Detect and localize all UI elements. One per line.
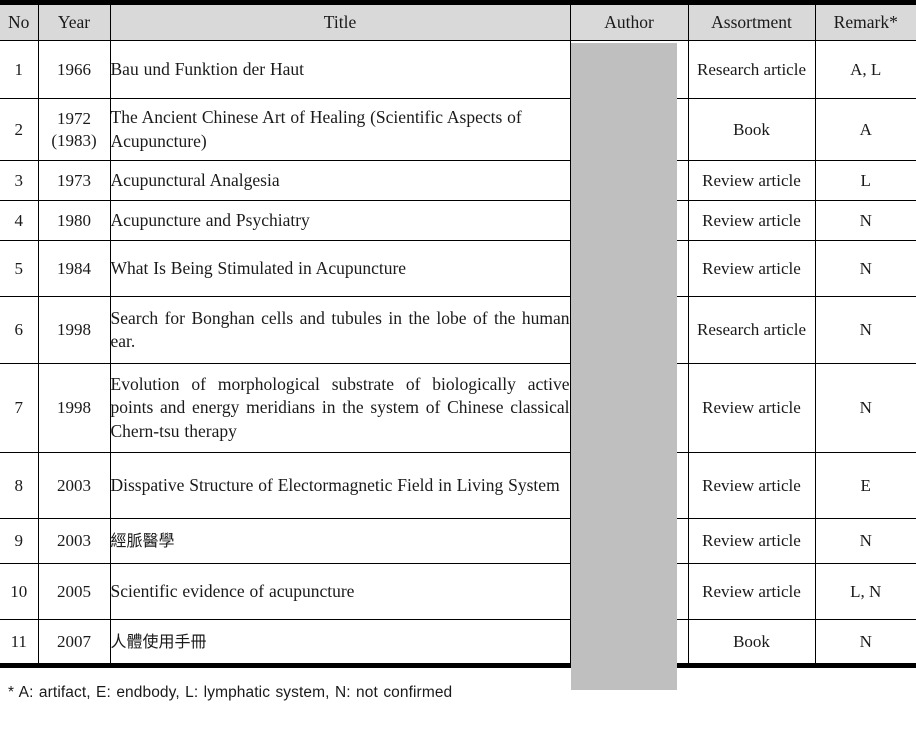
header-row: No Year Title Author Assortment Remark* [0, 2, 916, 41]
cell-title: Search for Bonghan cells and tubules in … [109, 296, 571, 364]
cell-remark: N [814, 619, 916, 666]
cell-author [569, 160, 689, 201]
cell-no: 2 [0, 98, 39, 161]
table-row: 3 1973 Acupunctural Analgesia Review art… [0, 160, 916, 201]
cell-no: 11 [0, 619, 39, 666]
title-line-1: The Ancient Chinese Art of Healing [110, 107, 366, 128]
cell-no: 8 [0, 452, 39, 519]
publications-table: No Year Title Author Assortment Remark* … [0, 0, 916, 668]
table-row: 10 2005 Scientific evidence of acupunctu… [0, 563, 916, 620]
cell-assortment: Review article [687, 363, 816, 453]
cell-year: 2005 [37, 563, 111, 620]
cell-title: Disspative Structure of Electormagnetic … [109, 452, 571, 519]
cell-assortment: Review article [687, 240, 816, 297]
cell-assortment: Research article [687, 296, 816, 364]
table-header: No Year Title Author Assortment Remark* [0, 2, 916, 41]
cell-year: 2007 [37, 619, 111, 666]
table-row: 2 1972 (1983) The Ancient Chinese Art of… [0, 98, 916, 161]
cell-remark: N [814, 518, 916, 564]
cell-remark: L [814, 160, 916, 201]
table-row: 11 2007 人體使用手冊 Book N [0, 619, 916, 666]
cell-remark: A [814, 98, 916, 161]
cell-remark: N [814, 296, 916, 364]
cell-remark: A, L [814, 40, 916, 99]
table-row: 4 1980 Acupuncture and Psychiatry Review… [0, 200, 916, 241]
table-container: No Year Title Author Assortment Remark* … [0, 0, 916, 690]
table-footnote: * A: artifact, E: endbody, L: lymphatic … [8, 684, 453, 701]
year-primary: 1972 [57, 108, 91, 128]
title-cjk: 人體使用手冊 [110, 631, 207, 651]
cell-title: Bau und Funktion der Haut [109, 40, 571, 99]
table-row: 5 1984 What Is Being Stimulated in Acupu… [0, 240, 916, 297]
cell-title: 經脈醫學 [109, 518, 571, 564]
cell-remark: N [814, 200, 916, 241]
cell-year: 1998 [37, 296, 111, 364]
cell-year: 1972 (1983) [37, 98, 111, 161]
cell-author [569, 200, 689, 241]
cell-title: 人體使用手冊 [109, 619, 571, 666]
cell-author [569, 296, 689, 364]
cell-assortment: Book [687, 619, 816, 666]
table-row: 9 2003 經脈醫學 Review article N [0, 518, 916, 564]
cell-no: 9 [0, 518, 39, 564]
cell-no: 4 [0, 200, 39, 241]
cell-no: 6 [0, 296, 39, 364]
cell-author [569, 40, 689, 99]
column-header-no: No [0, 2, 39, 41]
column-header-year: Year [37, 2, 111, 41]
table-row: 1 1966 Bau und Funktion der Haut Researc… [0, 40, 916, 99]
cell-title: Acupunctural Analgesia [109, 160, 571, 201]
cell-no: 1 [0, 40, 39, 99]
cell-author [569, 98, 689, 161]
cell-title: What Is Being Stimulated in Acupuncture [109, 240, 571, 297]
cell-author [569, 563, 689, 620]
cell-assortment: Review article [687, 160, 816, 201]
column-header-author: Author [569, 2, 689, 41]
column-header-remark: Remark* [814, 2, 916, 41]
year-secondary: (1983) [51, 130, 97, 150]
cell-year: 2003 [37, 518, 111, 564]
cell-assortment: Book [687, 98, 816, 161]
title-cjk: 經脈醫學 [110, 531, 175, 551]
cell-remark: N [814, 363, 916, 453]
cell-year: 1980 [37, 200, 111, 241]
cell-year: 1984 [37, 240, 111, 297]
column-header-title: Title [109, 2, 571, 41]
column-header-assortment: Assortment [687, 2, 816, 41]
cell-title: Acupuncture and Psychiatry [109, 200, 571, 241]
cell-year: 1973 [37, 160, 111, 201]
cell-year: 2003 [37, 452, 111, 519]
cell-assortment: Review article [687, 452, 816, 519]
publication-table-page: No Year Title Author Assortment Remark* … [0, 0, 916, 752]
cell-no: 3 [0, 160, 39, 201]
cell-year: 1998 [37, 363, 111, 453]
cell-assortment: Review article [687, 200, 816, 241]
cell-assortment: Review article [687, 563, 816, 620]
cell-assortment: Review article [687, 518, 816, 564]
table-row: 7 1998 Evolution of morphological substr… [0, 363, 916, 453]
cell-no: 7 [0, 363, 39, 453]
cell-title: Scientific evidence of acupuncture [109, 563, 571, 620]
table-body: 1 1966 Bau und Funktion der Haut Researc… [0, 40, 916, 666]
cell-no: 5 [0, 240, 39, 297]
table-row: 8 2003 Disspative Structure of Electorma… [0, 452, 916, 519]
cell-author [569, 363, 689, 453]
cell-title: The Ancient Chinese Art of Healing (Scie… [109, 98, 571, 161]
cell-assortment: Research article [687, 40, 816, 99]
cell-remark: N [814, 240, 916, 297]
table-row: 6 1998 Search for Bonghan cells and tubu… [0, 296, 916, 364]
cell-author [569, 240, 689, 297]
cell-year: 1966 [37, 40, 111, 99]
cell-no: 10 [0, 563, 39, 620]
cell-author [569, 619, 689, 666]
cell-author [569, 518, 689, 564]
cell-title: Evolution of morphological substrate of … [109, 363, 571, 453]
cell-author [569, 452, 689, 519]
cell-remark: L, N [814, 563, 916, 620]
cell-remark: E [814, 452, 916, 519]
